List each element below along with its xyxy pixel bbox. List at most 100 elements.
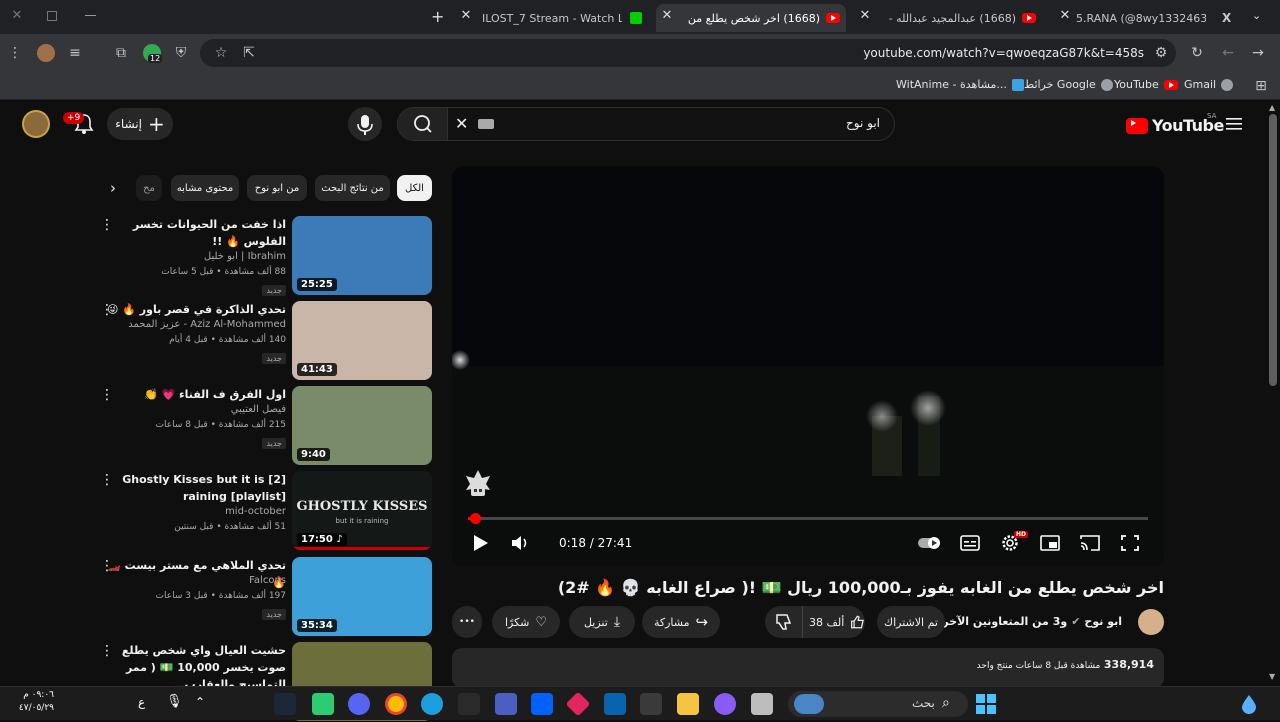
guide-menu-icon[interactable] [1226,117,1242,131]
chip-from-search[interactable]: من نتائج البحث [315,175,390,201]
recommended-video[interactable]: GHOSTLY KISSES but it is raining 17:50 ♪ [2… [90,471,432,551]
chips-next-icon[interactable]: › [110,179,116,197]
more-options-icon[interactable]: ⋮ [100,388,114,404]
like-button[interactable]: 38 ألف [803,606,865,638]
thanks-button[interactable]: شكرًا ♡ [492,606,560,638]
window-minimize-icon[interactable] [85,15,96,16]
channel-watermark-icon[interactable] [464,468,492,500]
close-icon[interactable]: ✕ [1058,9,1072,23]
share-button[interactable]: مشاركة ↪ [642,606,720,638]
app-icon[interactable] [751,693,773,715]
reading-list-icon[interactable]: ≡ [66,44,84,62]
close-icon[interactable]: ✕ [459,9,473,23]
bookmark-maps[interactable]: خرائط Google [1024,78,1113,91]
file-explorer-icon[interactable] [677,693,699,715]
account-avatar[interactable] [22,110,50,138]
recommended-title[interactable]: اذا خفت من الحيوانات تخسر الفلوس 🔥 !! [106,216,286,250]
create-button[interactable]: إنشاء + [107,108,173,140]
edge-icon[interactable] [421,693,443,715]
recommended-channel[interactable]: mid-october [225,506,286,517]
video-thumbnail[interactable]: 25:25 [292,216,432,295]
close-icon[interactable]: ✕ [660,9,674,23]
windows-start-icon[interactable] [975,693,997,715]
clock[interactable]: ٠٩:٠٦ م ٤٧/٠٥/٢٩ [10,689,54,715]
more-options-icon[interactable]: ⋮ [100,303,114,319]
site-settings-icon[interactable]: ⚙ [1152,44,1170,62]
scroll-up-icon[interactable]: ▲ [1269,103,1275,112]
video-thumbnail[interactable]: 35:34 [292,557,432,636]
recommended-video[interactable]: 41:43 تحدي الذاكرة في قصر باور 🔥 😜 عزيز ال… [90,301,432,381]
bookmark-gmail[interactable]: Gmail [1184,78,1234,91]
menu-kebab-icon[interactable]: ⋮ [6,44,24,62]
taskbar-search[interactable]: بحث ⌕ [788,691,968,717]
tray-chevron-icon[interactable]: ⌃ [195,695,205,709]
chrome-icon[interactable] [385,693,407,715]
install-app-icon[interactable]: ⇱ [240,44,258,62]
recommended-channel[interactable]: عزيز المحمد - Aziz Al-Mohammed [128,319,286,330]
input-language[interactable]: ع [138,695,145,709]
epic-games-icon[interactable] [458,693,480,715]
download-button[interactable]: تنزيل ⤓ [569,606,635,638]
channel-info[interactable]: ابو نوح ✔ و3 من المتعاونين الآخرين [928,615,1122,628]
video-thumbnail[interactable]: 41:43 [292,301,432,380]
shield-icon[interactable]: ⛨ [172,44,190,62]
progress-bar[interactable] [468,513,1148,524]
outlook-icon[interactable] [604,693,626,715]
recommended-channel[interactable]: ابو خليل | Ibrahim [204,251,286,262]
dislike-button[interactable] [765,606,803,638]
copilot-icon[interactable] [714,693,736,715]
new-tab-button[interactable]: + [431,7,444,26]
steam-icon[interactable] [274,693,296,715]
extensions-icon[interactable]: ⧉ [112,44,130,62]
close-icon[interactable]: ✕ [858,9,872,23]
apps-grid-icon[interactable]: ⊞ [1252,77,1270,95]
bookmark-witanime[interactable]: WitAnime - مشاهدة... [896,78,1024,91]
chip-related[interactable]: محتوى مشابه [171,175,239,201]
microphone-tray-icon[interactable]: 🎙 [166,694,183,709]
reload-icon[interactable]: ↻ [1188,44,1206,62]
app-icon[interactable] [495,693,517,715]
more-options-icon[interactable]: ⋮ [100,218,114,234]
recommended-video[interactable]: 35:34 تحدي الملاهي مع مستر بيست 🏎️ 🔥 Falco… [90,557,432,637]
recommended-channel[interactable]: فيصل العتيبي [231,404,286,415]
search-input[interactable]: ابو نوح [846,116,880,130]
page-scrollbar[interactable]: ▲ ▼ [1266,100,1280,686]
app-icon[interactable] [565,691,591,717]
video-thumbnail[interactable]: 9:40 [292,386,432,465]
keyboard-icon[interactable] [478,119,494,129]
captions-icon[interactable] [959,533,981,553]
recommended-channel[interactable]: Falcons [249,575,286,586]
recommended-title[interactable]: اول الفرق ف الفناء 💗 👏 [106,386,286,403]
recommended-title[interactable]: [2] Ghostly Kisses but it is raining [pl… [106,471,286,505]
chip-partial[interactable]: مح [136,175,162,201]
address-bar[interactable]: ☆ ⇱ youtube.com/watch?v=qwoeqzaG87k&t=45… [200,39,1176,67]
forward-icon[interactable]: ← [1219,44,1237,62]
miniplayer-icon[interactable] [1039,533,1061,553]
scroll-down-icon[interactable]: ▼ [1269,672,1275,681]
subscribed-button[interactable]: تم الاشتراك [877,606,945,638]
tab-x[interactable]: 5.RANA (@8wy1332463) / X X [1070,4,1240,32]
back-icon[interactable]: → [1249,44,1267,62]
store-icon[interactable] [640,693,662,715]
collaborators-text[interactable]: و3 من المتعاونين الآخرين [928,615,1067,628]
video-player[interactable]: 0:18 / 27:41 HD [452,166,1164,566]
recommended-title[interactable]: تحدي الذاكرة في قصر باور 🔥 😜 [106,301,286,318]
channel-avatar[interactable] [1138,609,1164,635]
description-box[interactable]: 338,914 مشاهدة قبل 8 ساعات منتج واحد [452,648,1164,688]
video-thumbnail[interactable]: GHOSTLY KISSES but it is raining 17:50 ♪ [292,471,432,550]
profile-avatar-icon[interactable] [37,44,55,62]
bookmark-star-icon[interactable]: ☆ [212,44,230,62]
tab-twitch[interactable]: ILOST_7 Stream - Watch Live on [474,4,652,32]
more-options-icon[interactable]: ⋮ [100,559,114,575]
chip-from-channel[interactable]: من ابو نوح [247,175,307,201]
volume-button[interactable] [509,533,531,553]
app-icon[interactable] [312,693,334,715]
more-options-icon[interactable]: ⋮ [100,473,114,489]
tab-search-chevron-icon[interactable]: ⌄ [1252,9,1261,22]
more-options-icon[interactable]: ⋮ [100,644,114,660]
clear-search-icon[interactable]: ✕ [455,114,468,133]
recommended-video[interactable]: 9:40 اول الفرق ف الفناء 💗 👏 فيصل العتيبي 21… [90,386,432,466]
recommended-video[interactable]: 25:25 اذا خفت من الحيوانات تخسر الفلوس 🔥 … [90,216,432,296]
window-restore-icon[interactable] [47,11,57,21]
tab-youtube-song[interactable]: (1668) عبدالمجيد عبدالله - إحكي [866,4,1044,32]
